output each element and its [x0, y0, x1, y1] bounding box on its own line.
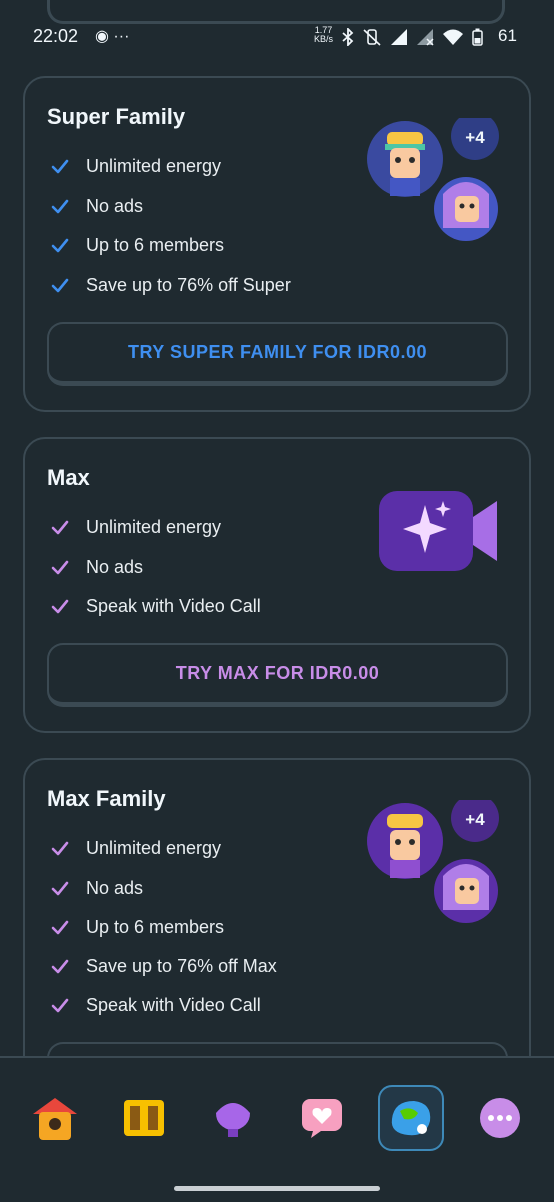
battery-icon [472, 28, 483, 46]
plus-count-badge: +4 [465, 128, 485, 147]
signal-icon-1 [391, 29, 407, 45]
system-icons [342, 28, 483, 46]
nav-chest[interactable] [111, 1085, 177, 1151]
nav-profile[interactable] [377, 1085, 444, 1151]
league-shell-icon [215, 1103, 250, 1137]
feature-item: Unlimited energy [51, 517, 221, 538]
try-super-family-button[interactable]: TRY SUPER FAMILY FOR IDR0.00 [47, 322, 508, 386]
feature-item: Unlimited energy [51, 156, 221, 177]
feature-item: Speak with Video Call [51, 995, 261, 1016]
family-avatars-illustration: +4 [367, 800, 499, 923]
home-icon [32, 1098, 77, 1140]
more-icon [479, 1098, 520, 1138]
check-icon [51, 599, 69, 613]
check-icon [51, 998, 69, 1012]
globe-avatar-icon [391, 1101, 430, 1136]
feature-item: No ads [51, 196, 143, 217]
bottom-navigation [0, 1080, 554, 1156]
check-icon [51, 199, 69, 213]
check-icon [51, 881, 69, 895]
card-title: Super Family [47, 104, 186, 129]
network-speed: 1.77 KB/s [314, 25, 334, 44]
max-family-card: Max Family Unlimited energy No ads Up to… [23, 758, 531, 1106]
battery-level: 61 [498, 26, 517, 45]
family-avatars-illustration: +4 [367, 118, 499, 241]
feature-item: Save up to 76% off Max [51, 956, 277, 977]
nav-more[interactable] [467, 1085, 533, 1151]
bluetooth-icon [342, 28, 354, 46]
feature-item: Save up to 76% off Super [51, 275, 291, 296]
notification-icons: ◉ ··· [95, 28, 130, 45]
max-card: Max Unlimited energy No ads Speak with V… [23, 437, 531, 733]
status-bar: 22:02 ◉ ··· 1.77 KB/s 61 [0, 20, 554, 56]
check-icon [51, 278, 69, 292]
check-icon [51, 560, 69, 574]
check-icon [51, 841, 69, 855]
check-icon [51, 920, 69, 934]
try-max-button[interactable]: TRY MAX FOR IDR0.00 [47, 643, 508, 707]
card-title: Max [47, 465, 90, 490]
plus-count-badge: +4 [465, 810, 485, 829]
feature-item: Speak with Video Call [51, 596, 261, 617]
check-icon [51, 159, 69, 173]
signal-icon-2 [417, 29, 434, 46]
vibrate-off-icon [363, 29, 381, 46]
nav-home[interactable] [22, 1085, 88, 1151]
feature-item: No ads [51, 557, 143, 578]
video-call-icon [379, 491, 497, 571]
feature-item: No ads [51, 878, 143, 899]
nav-messages[interactable] [289, 1085, 355, 1151]
feature-item: Up to 6 members [51, 235, 224, 256]
clock: 22:02 [33, 26, 79, 46]
super-family-card: Super Family Unlimited energy No ads Up … [23, 76, 531, 412]
check-icon [51, 520, 69, 534]
heart-message-icon [301, 1099, 342, 1138]
home-indicator[interactable] [174, 1186, 380, 1191]
chest-icon [123, 1100, 164, 1136]
check-icon [51, 238, 69, 252]
check-icon [51, 959, 69, 973]
feature-item: Unlimited energy [51, 838, 221, 859]
card-title: Max Family [47, 786, 166, 811]
feature-item: Up to 6 members [51, 917, 224, 938]
wifi-icon [443, 29, 463, 45]
nav-leagues[interactable] [200, 1085, 266, 1151]
